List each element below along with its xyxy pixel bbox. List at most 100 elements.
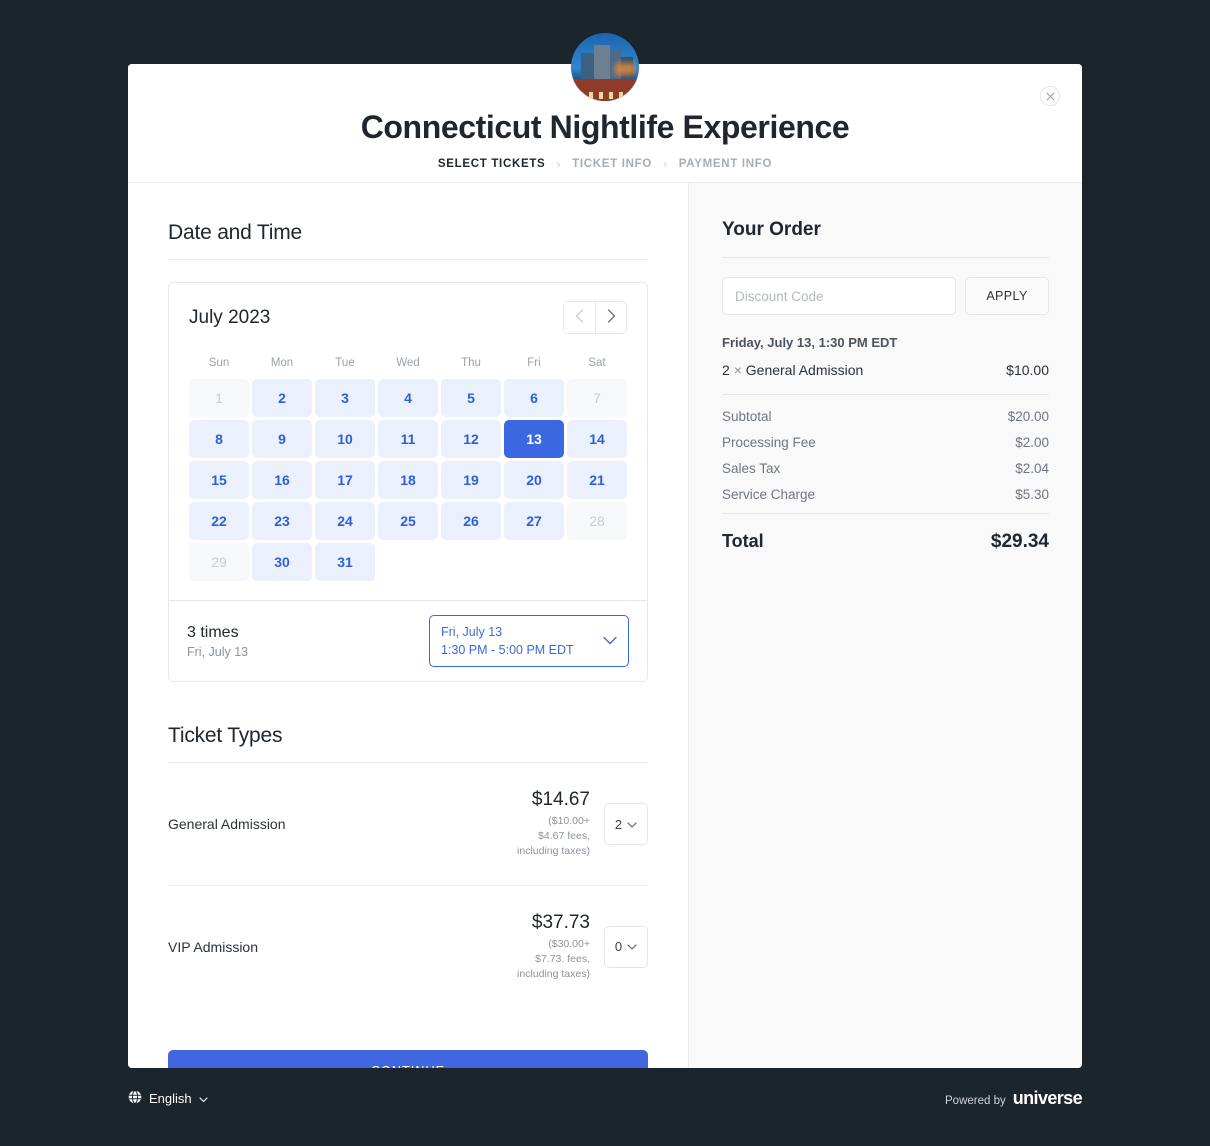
calendar-card: July 2023 Sun Mon Tue Wed Thu Fri Sat 1 …: [168, 282, 648, 683]
order-item-quantity: 2: [722, 362, 730, 378]
calendar-day[interactable]: 24: [315, 502, 375, 540]
calendar-day[interactable]: 2: [252, 379, 312, 417]
breadcrumb: SELECT TICKETS › TICKET INFO › PAYMENT I…: [438, 157, 772, 171]
powered-by: Powered by universe: [945, 1087, 1083, 1109]
calendar-day[interactable]: 12: [441, 420, 501, 458]
total-label: Processing Fee: [722, 435, 816, 450]
universe-logo: universe: [1012, 1087, 1083, 1108]
calendar-day: 28: [567, 502, 627, 540]
close-icon: [1045, 91, 1055, 101]
multiply-icon: ×: [733, 362, 742, 378]
quantity-value: 0: [614, 939, 623, 955]
calendar-day[interactable]: 27: [504, 502, 564, 540]
calendar-day[interactable]: 22: [189, 502, 249, 540]
calendar-day[interactable]: 3: [315, 379, 375, 417]
ticket-types-heading: Ticket Types: [168, 724, 648, 764]
time-select-range: 1:30 PM - 5:00 PM EDT: [441, 643, 574, 658]
calendar-day[interactable]: 21: [567, 461, 627, 499]
continue-button[interactable]: CONTINUE: [168, 1049, 648, 1068]
calendar-day[interactable]: 18: [378, 461, 438, 499]
times-date-label: Fri, July 13: [187, 644, 249, 659]
ticket-fine-print: ($10.00+ $4.67 fees, including taxes): [517, 814, 590, 859]
total-label: Service Charge: [722, 487, 816, 502]
total-value: $5.30: [1015, 487, 1049, 502]
day-name: Thu: [461, 357, 481, 369]
calendar-day-names: Sun Mon Tue Wed Thu Fri Sat: [189, 353, 627, 379]
calendar-cell-empty: [504, 543, 564, 581]
ticket-name: General Admission: [168, 816, 286, 833]
order-summary-panel: Your Order APPLY Friday, July 13, 1:30 P…: [688, 183, 1082, 1068]
calendar-day[interactable]: 17: [315, 461, 375, 499]
calendar-week-row: 1234567: [189, 379, 627, 417]
calendar-day[interactable]: 26: [441, 502, 501, 540]
day-name: Wed: [396, 357, 420, 369]
order-title: Your Order: [722, 219, 821, 240]
calendar-day-selected[interactable]: 13: [504, 420, 564, 458]
calendar-day[interactable]: 6: [504, 379, 564, 417]
calendar-prev-button[interactable]: [564, 302, 595, 333]
discount-code-input[interactable]: [722, 277, 956, 315]
order-totals: Subtotal $20.00 Processing Fee $2.00 Sal…: [722, 394, 1049, 553]
calendar-next-button[interactable]: [595, 302, 626, 333]
quantity-select-general-admission[interactable]: 2: [604, 803, 648, 846]
close-button[interactable]: [1040, 86, 1060, 106]
calendar-week-row: 22 23 24 25 26 27 28: [189, 502, 627, 540]
calendar-day[interactable]: 31: [315, 543, 375, 581]
calendar-day[interactable]: 20: [504, 461, 564, 499]
chevron-down-icon: [627, 939, 637, 954]
calendar-day[interactable]: 9: [252, 420, 312, 458]
grand-total-value: $29.34: [990, 531, 1049, 552]
step-ticket-info[interactable]: TICKET INFO: [572, 158, 652, 170]
day-name: Sun: [208, 357, 230, 369]
total-value: $2.00: [1015, 435, 1049, 450]
total-row-subtotal: Subtotal $20.00: [722, 409, 1049, 424]
event-avatar: [571, 33, 639, 101]
calendar-day[interactable]: 30: [252, 543, 312, 581]
calendar-header: July 2023: [189, 301, 627, 334]
grand-total-row: Total $29.34: [722, 513, 1049, 553]
calendar-day[interactable]: 19: [441, 461, 501, 499]
calendar-day[interactable]: 25: [378, 502, 438, 540]
left-panel: Date and Time July 2023 Sun Mon Tue Wed …: [128, 183, 688, 1068]
footer: English Powered by universe: [128, 1078, 1083, 1118]
calendar-cell-empty: [378, 543, 438, 581]
order-datetime: Friday, July 13, 1:30 PM EDT: [722, 335, 898, 350]
calendar-day: 29: [189, 543, 249, 581]
chevron-down-icon: [199, 1091, 208, 1106]
calendar-day[interactable]: 14: [567, 420, 627, 458]
divider: [722, 257, 1049, 258]
order-item-row: 2 × General Admission $10.00: [722, 362, 1049, 378]
modal-body: Date and Time July 2023 Sun Mon Tue Wed …: [128, 183, 1082, 1068]
quantity-select-vip-admission[interactable]: 0: [604, 925, 648, 968]
language-selector[interactable]: English: [128, 1089, 208, 1107]
ticket-types-section: Ticket Types General Admission $14.67 ($…: [168, 724, 648, 1068]
page-title: Connecticut Nightlife Experience: [360, 109, 850, 145]
date-time-heading: Date and Time: [168, 221, 648, 260]
day-name: Fri: [527, 357, 541, 369]
calendar-day[interactable]: 11: [378, 420, 438, 458]
ticket-fine-line: including taxes): [517, 967, 590, 980]
time-select-dropdown[interactable]: Fri, July 13 1:30 PM - 5:00 PM EDT: [429, 615, 629, 668]
calendar-day[interactable]: 15: [189, 461, 249, 499]
chevron-down-icon: [627, 817, 637, 832]
calendar-day[interactable]: 5: [441, 379, 501, 417]
calendar-day[interactable]: 8: [189, 420, 249, 458]
calendar-day[interactable]: 16: [252, 461, 312, 499]
ticket-price: $14.67: [531, 789, 590, 811]
total-row-processing-fee: Processing Fee $2.00: [722, 435, 1049, 450]
page-root: Connecticut Nightlife Experience SELECT …: [0, 0, 1210, 1146]
order-item-name: General Admission: [745, 362, 864, 378]
calendar-cell-empty: [441, 543, 501, 581]
ticket-name: VIP Admission: [168, 938, 259, 955]
calendar-month-label: July 2023: [189, 306, 271, 328]
calendar-day[interactable]: 10: [315, 420, 375, 458]
step-select-tickets[interactable]: SELECT TICKETS: [438, 158, 546, 170]
calendar-day[interactable]: 23: [252, 502, 312, 540]
total-row-sales-tax: Sales Tax $2.04: [722, 461, 1049, 476]
calendar-cell-empty: [567, 543, 627, 581]
grand-total-label: Total: [722, 531, 764, 551]
step-payment-info[interactable]: PAYMENT INFO: [679, 158, 772, 170]
apply-discount-button[interactable]: APPLY: [965, 277, 1049, 315]
calendar-day[interactable]: 4: [378, 379, 438, 417]
ticket-fine-line: ($30.00+: [548, 937, 590, 950]
